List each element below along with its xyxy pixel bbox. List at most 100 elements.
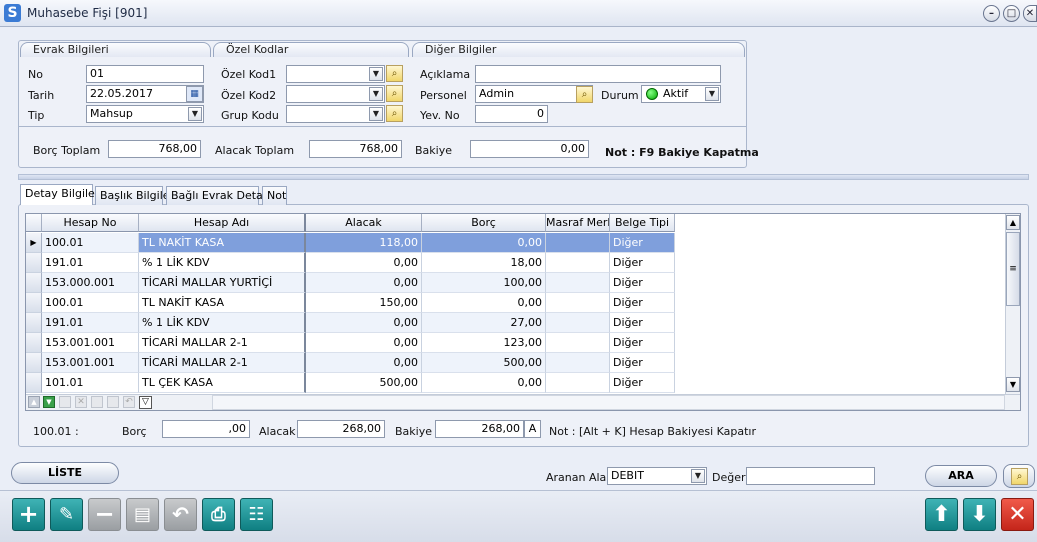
grid-cell[interactable] (546, 253, 610, 273)
grid-cell[interactable]: % 1 LİK KDV (139, 313, 306, 333)
deger-input[interactable] (746, 467, 875, 485)
col-header-hesap-adi[interactable]: Hesap Adı (139, 214, 306, 232)
tip-select[interactable]: Mahsup (86, 105, 204, 123)
nav-undo-icon[interactable]: ↶ (123, 396, 135, 408)
grid-cell[interactable] (546, 293, 610, 313)
tree-view-icon[interactable]: ☷ (240, 498, 273, 531)
grid-cell[interactable]: 500,00 (422, 353, 546, 373)
grid-cell[interactable]: TL NAKİT KASA (139, 233, 306, 253)
col-header-borc[interactable]: Borç (422, 214, 546, 232)
horizontal-scrollbar[interactable] (212, 395, 1005, 410)
grid-cell[interactable]: 153.000.001 (42, 273, 139, 293)
grid-cell[interactable]: TİCARİ MALLAR 2-1 (139, 353, 306, 373)
grid-cell[interactable]: 101.01 (42, 373, 139, 393)
close-icon[interactable]: ✕ (1001, 498, 1034, 531)
row-indicator-current[interactable]: ▶ (26, 233, 42, 253)
tab-not[interactable]: Not (262, 186, 287, 205)
row-indicator[interactable] (26, 313, 42, 333)
scroll-up-icon[interactable]: ▲ (1006, 215, 1020, 230)
grid-cell[interactable]: TİCARİ MALLAR YURTİÇİ (139, 273, 306, 293)
grid-cell[interactable] (546, 353, 610, 373)
print-icon[interactable]: ⎙ (202, 498, 235, 531)
col-header-alacak[interactable]: Alacak (306, 214, 422, 232)
kod2-dropdown-icon[interactable]: ▼ (369, 87, 383, 101)
grid-cell[interactable]: % 1 LİK KDV (139, 253, 306, 273)
grid-cell[interactable]: 0,00 (306, 313, 422, 333)
grid-cell[interactable]: 0,00 (422, 233, 546, 253)
nav-insert-icon[interactable] (59, 396, 71, 408)
grid-cell[interactable]: 150,00 (306, 293, 422, 313)
grid-cell[interactable]: Diğer (610, 253, 675, 273)
grid-cell[interactable]: 500,00 (306, 373, 422, 393)
durum-dropdown-icon[interactable]: ▼ (705, 87, 719, 101)
tip-dropdown-icon[interactable]: ▼ (188, 107, 202, 121)
nav-edit-icon[interactable] (91, 396, 103, 408)
tab-baslik-bilgileri[interactable]: Başlık Bilgileri (95, 186, 177, 205)
grid-cell[interactable]: 123,00 (422, 333, 546, 353)
liste-button[interactable]: LİSTE (11, 462, 119, 484)
nav-delete-icon[interactable]: ✕ (75, 396, 87, 408)
grid-cell[interactable]: 0,00 (306, 333, 422, 353)
grid-cell[interactable]: 0,00 (306, 353, 422, 373)
no-input[interactable]: 01 (86, 65, 204, 83)
grid-cell[interactable]: 118,00 (306, 233, 422, 253)
scroll-down-icon[interactable]: ▼ (1006, 377, 1020, 392)
scroll-thumb[interactable]: ≡ (1006, 232, 1020, 306)
nav-filter-icon[interactable]: ▽ (139, 396, 152, 409)
undo-icon[interactable]: ↶ (164, 498, 197, 531)
grid-cell[interactable]: Diğer (610, 233, 675, 253)
grid-cell[interactable] (546, 333, 610, 353)
arrow-up-icon[interactable]: ⬆ (925, 498, 958, 531)
grid-cell[interactable] (546, 313, 610, 333)
row-indicator[interactable] (26, 353, 42, 373)
grup-lookup-icon[interactable]: ⌕ (386, 105, 403, 122)
minimize-button[interactable]: – (983, 5, 1000, 22)
grid-cell[interactable]: 100.01 (42, 233, 139, 253)
grid-cell[interactable]: 0,00 (306, 253, 422, 273)
col-header-belge-tipi[interactable]: Belge Tipi (610, 214, 675, 232)
row-indicator[interactable] (26, 293, 42, 313)
grid-cell[interactable]: 27,00 (422, 313, 546, 333)
grid-cell[interactable]: Diğer (610, 293, 675, 313)
grid-cell[interactable]: 18,00 (422, 253, 546, 273)
save-icon[interactable]: ▤ (126, 498, 159, 531)
tab-detay-bilgileri[interactable]: Detay Bilgileri (20, 184, 102, 205)
aranan-alan-dropdown-icon[interactable]: ▼ (691, 469, 705, 483)
search-lookup-button[interactable]: ⌕ (1003, 464, 1035, 488)
personel-lookup-icon[interactable]: ⌕ (576, 86, 593, 103)
grid-cell[interactable]: 100.01 (42, 293, 139, 313)
grid-cell[interactable]: TL NAKİT KASA (139, 293, 306, 313)
edit-icon[interactable]: ✎ (50, 498, 83, 531)
close-window-button[interactable]: ✕ (1023, 5, 1037, 22)
arrow-down-icon[interactable]: ⬇ (963, 498, 996, 531)
kod1-lookup-icon[interactable]: ⌕ (386, 65, 403, 82)
row-indicator[interactable] (26, 373, 42, 393)
delete-icon[interactable]: − (88, 498, 121, 531)
maximize-button[interactable]: □ (1003, 5, 1020, 22)
kod2-lookup-icon[interactable]: ⌕ (386, 85, 403, 102)
kod1-dropdown-icon[interactable]: ▼ (369, 67, 383, 81)
grid-cell[interactable]: TL ÇEK KASA (139, 373, 306, 393)
grid-cell[interactable]: Diğer (610, 313, 675, 333)
row-indicator[interactable] (26, 333, 42, 353)
grid-cell[interactable] (546, 273, 610, 293)
grid-cell[interactable]: 100,00 (422, 273, 546, 293)
grid-cell[interactable]: 153.001.001 (42, 353, 139, 373)
row-indicator[interactable] (26, 273, 42, 293)
ara-button[interactable]: ARA (925, 465, 997, 487)
grid-cell[interactable]: Diğer (610, 273, 675, 293)
add-icon[interactable]: + (12, 498, 45, 531)
splitter-handle[interactable] (18, 174, 1029, 180)
col-header-masraf-merkezi[interactable]: Masraf Merk (546, 214, 610, 232)
grid-cell[interactable]: 0,00 (306, 273, 422, 293)
grid-cell[interactable]: 0,00 (422, 293, 546, 313)
grid-cell[interactable]: TİCARİ MALLAR 2-1 (139, 333, 306, 353)
grid-cell[interactable]: 153.001.001 (42, 333, 139, 353)
grid-cell[interactable] (546, 233, 610, 253)
detail-grid[interactable]: Hesap No Hesap Adı Alacak Borç Masraf Me… (25, 213, 1021, 411)
yevno-input[interactable]: 0 (475, 105, 548, 123)
grid-cell[interactable]: Diğer (610, 373, 675, 393)
nav-first-icon[interactable]: ▲ (28, 396, 40, 408)
grid-cell[interactable] (546, 373, 610, 393)
grid-cell[interactable]: 191.01 (42, 253, 139, 273)
